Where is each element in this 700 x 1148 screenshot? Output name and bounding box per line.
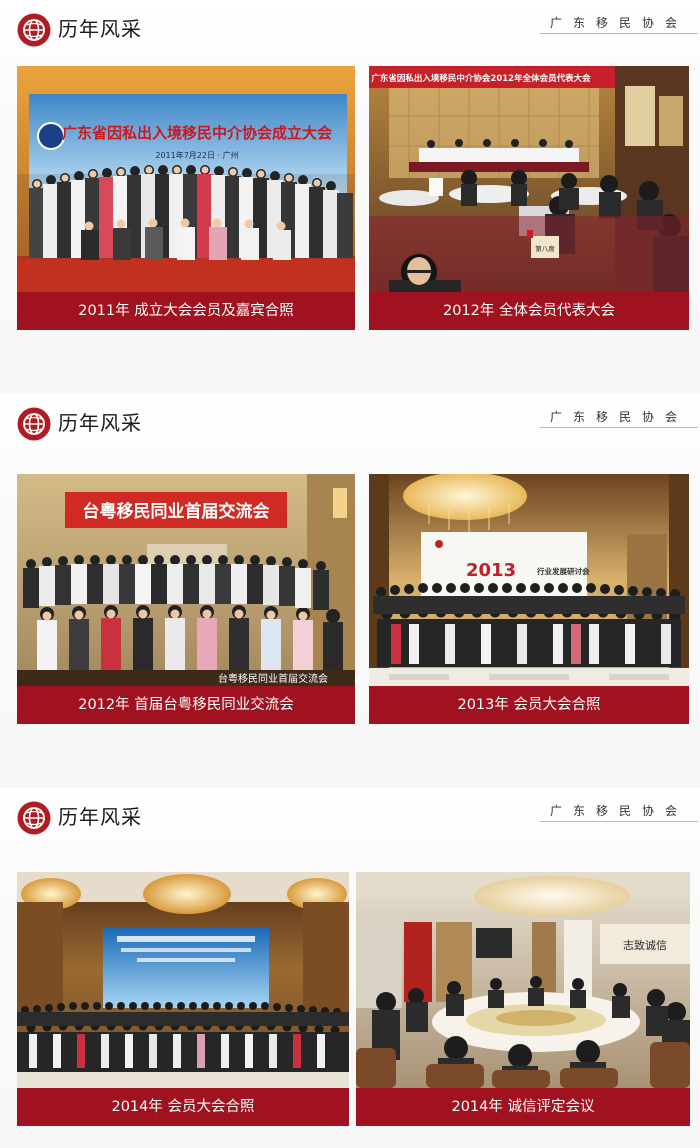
- section-title: 历年风采: [58, 805, 142, 829]
- gallery-section-3: 历年风采 广东移民协会 2014年 会员大会合照 志致诚信 2014年 诚信评定…: [0, 788, 700, 1148]
- gallery-card[interactable]: 广东省因私出入境移民中介协会2012年全体会员代表大会 第八席 2012年 全体…: [369, 66, 689, 330]
- org-name: 广东移民协会: [549, 804, 688, 818]
- section-header: 历年风采 广东移民协会: [0, 788, 700, 844]
- globe-seal-icon: [17, 13, 51, 47]
- card-caption: 2012年 全体会员代表大会: [369, 292, 689, 330]
- gallery-card[interactable]: 广东省因私出入境移民中介协会成立大会 2011年7月22日 · 广州 2011年…: [17, 66, 355, 330]
- group-photo: 广东省因私出入境移民中介协会成立大会 2011年7月22日 · 广州: [17, 66, 355, 292]
- group-photo: 2013 行业发展研讨会: [369, 474, 689, 686]
- divider: [540, 427, 698, 428]
- banner-text: 广东省因私出入境移民中介协会2012年全体会员代表大会: [371, 73, 591, 84]
- banner-subtext: 行业发展研讨会: [536, 566, 590, 576]
- globe-seal-icon: [17, 801, 51, 835]
- gallery-card[interactable]: 台粤移民同业首届交流会 台粤移民同业首届交流会 2012年 首届台粤移民同业交流…: [17, 474, 355, 724]
- card-caption: 2011年 成立大会会员及嘉宾合照: [17, 292, 355, 330]
- section-header: 历年风采 广东移民协会: [0, 394, 700, 450]
- banner-text: 2013: [466, 560, 516, 581]
- divider: [540, 33, 698, 34]
- org-name: 广东移民协会: [549, 410, 688, 424]
- gallery-card[interactable]: 2014年 会员大会合照: [17, 872, 349, 1126]
- banner-text: 广东省因私出入境移民中介协会成立大会: [62, 124, 332, 142]
- gallery-card[interactable]: 志致诚信 2014年 诚信评定会议: [356, 872, 690, 1126]
- meeting-photo: 志致诚信: [356, 872, 690, 1088]
- card-caption: 2014年 会员大会合照: [17, 1088, 349, 1126]
- section-title: 历年风采: [58, 411, 142, 435]
- divider: [540, 821, 698, 822]
- place-card-text: 第八席: [535, 244, 555, 253]
- org-name: 广东移民协会: [549, 16, 688, 30]
- plaque-text: 志致诚信: [623, 938, 667, 952]
- group-photo: [17, 872, 349, 1088]
- section-title: 历年风采: [58, 17, 142, 41]
- photo-watermark: 台粤移民同业首届交流会: [218, 672, 328, 685]
- card-caption: 2014年 诚信评定会议: [356, 1088, 690, 1126]
- group-photo: 台粤移民同业首届交流会 台粤移民同业首届交流会: [17, 474, 355, 686]
- section-header: 历年风采 广东移民协会: [0, 0, 700, 56]
- meeting-photo: 广东省因私出入境移民中介协会2012年全体会员代表大会 第八席: [369, 66, 689, 292]
- gallery-card[interactable]: 2013 行业发展研讨会 2013年 会员大会合照: [369, 474, 689, 724]
- banner-subtext: 2011年7月22日 · 广州: [155, 150, 238, 160]
- globe-seal-icon: [17, 407, 51, 441]
- card-caption: 2012年 首届台粤移民同业交流会: [17, 686, 355, 724]
- card-caption: 2013年 会员大会合照: [369, 686, 689, 724]
- gallery-section-2: 历年风采 广东移民协会 台粤移民同业首届交流会 台粤移民同业首届交流会 2012…: [0, 394, 700, 788]
- banner-text: 台粤移民同业首届交流会: [83, 501, 270, 522]
- gallery-section-1: 历年风采 广东移民协会 广东省因私出入境移民中介协会成立大会 2011年7月22…: [0, 0, 700, 394]
